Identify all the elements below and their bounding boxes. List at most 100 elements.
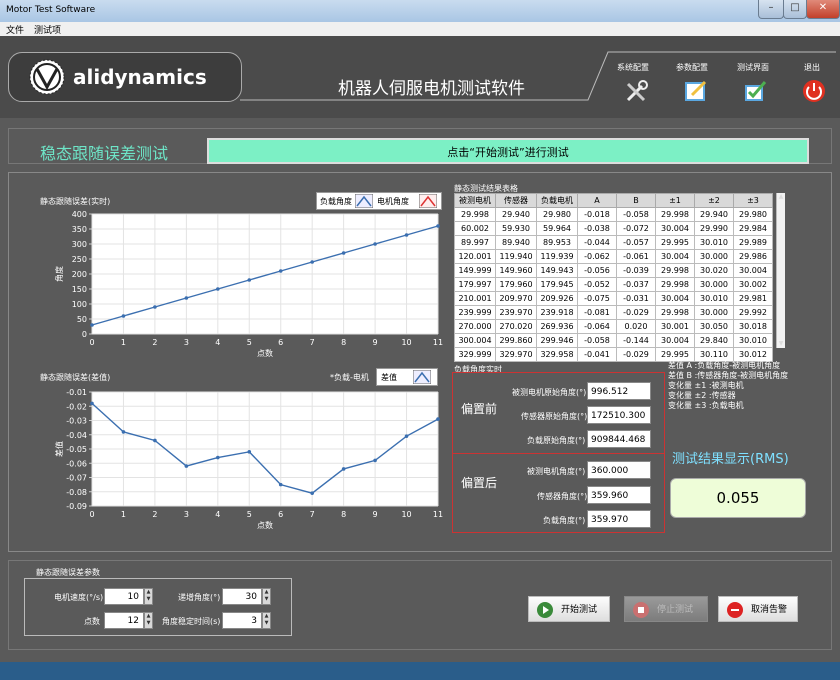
chart2-xtick-label: 2	[152, 510, 157, 519]
table-cell: 29.990	[694, 221, 734, 236]
table-cell: 30.010	[694, 235, 734, 250]
chart1-data-point	[247, 278, 252, 282]
chart2-xtick-label: 3	[184, 510, 189, 519]
minimize-button[interactable]: –	[758, 0, 784, 19]
table-cell: 30.110	[694, 347, 734, 362]
step-input[interactable]: 30	[222, 588, 262, 605]
chart1-caption: 静态跟随误差(实时)	[40, 197, 111, 206]
chart1-ytick-label: 350	[72, 225, 87, 234]
table-row: 60.002 59.930 59.964 -0.038 -0.072 30.004 29.9…	[454, 221, 773, 236]
scroll-down-icon[interactable]: ▼	[777, 340, 785, 348]
brand-name: alidynamics	[73, 65, 207, 89]
step-stepper[interactable]: ▲ ▼	[262, 588, 271, 605]
chart1-ytick-label: 300	[72, 240, 87, 249]
chart2-ytick-label: -0.02	[66, 402, 87, 411]
points-input[interactable]: 12	[104, 612, 144, 629]
chart2-ytick-label: -0.06	[66, 459, 87, 468]
table-cell: 119.939	[536, 249, 578, 264]
results-scrollbar[interactable]: ▲ ▼	[776, 193, 785, 348]
cancel-alarm-label: 取消告警	[751, 605, 788, 615]
table-cell: 60.002	[454, 221, 496, 236]
points-stepper[interactable]: ▲ ▼	[144, 612, 153, 629]
chart1-data-point	[216, 287, 220, 291]
close-button[interactable]: ✕	[806, 0, 840, 19]
window-title: Motor Test Software	[6, 5, 96, 15]
chart2-xtick-label: 5	[247, 510, 252, 519]
table-cell: 59.930	[495, 221, 537, 236]
menu-bar: 文件 测试项	[0, 22, 840, 36]
stop-test-button[interactable]: 停止测试	[624, 596, 708, 622]
chart1-ytick-label: 200	[72, 270, 87, 279]
scroll-up-icon[interactable]: ▲	[777, 193, 785, 201]
table-row: 89.997 89.940 89.953 -0.044 -0.057 29.995 30.0…	[454, 235, 773, 250]
menu-test-items[interactable]: 测试项	[34, 23, 61, 36]
chart1-data-point	[341, 251, 346, 255]
table-cell: 29.940	[694, 207, 734, 222]
tools-icon[interactable]	[624, 78, 650, 104]
sensor-angle-label: 传感器角度(°)	[537, 492, 588, 501]
table-cell: 29.981	[733, 291, 773, 306]
check-edit-icon[interactable]	[743, 78, 769, 104]
legend-load-angle: 负载角度	[320, 197, 352, 206]
table-cell: 29.980	[536, 207, 578, 222]
nav-param-config-label: 参数配置	[676, 63, 708, 72]
chart1-data-point	[278, 269, 283, 273]
chart2-data-point	[310, 491, 314, 495]
rms-title: 测试结果显示(RMS)	[672, 452, 789, 467]
table-cell: 29.992	[733, 305, 773, 320]
chart2-data-point	[153, 438, 157, 443]
settle-stepper[interactable]: ▲ ▼	[262, 612, 271, 629]
chart2-data-point	[121, 430, 126, 434]
settle-input[interactable]: 3	[222, 612, 262, 629]
results-col-header: A	[577, 193, 617, 208]
table-row: 179.997 179.960 179.945 -0.052 -0.037 29.998 3…	[454, 277, 773, 292]
table-cell: -0.041	[577, 347, 617, 362]
start-test-button[interactable]: 开始测试	[528, 596, 610, 622]
chart2-legend: 差值	[376, 368, 438, 386]
maximize-button[interactable]: □	[783, 0, 807, 19]
legend-diff-swatch-icon	[413, 370, 431, 384]
chart2-data-point	[278, 482, 283, 487]
menu-file[interactable]: 文件	[6, 23, 24, 36]
table-cell: 30.020	[694, 263, 734, 278]
chart1-data-point	[153, 305, 157, 309]
chart1-ylabel: 角度	[54, 266, 64, 282]
header-bar: alidynamics 机器人伺服电机测试软件	[0, 36, 840, 118]
speed-stepper[interactable]: ▲ ▼	[144, 588, 153, 605]
power-icon[interactable]	[801, 78, 827, 104]
note-diff-b: 差值 B :传感器角度-被测电机角度	[668, 371, 789, 380]
table-cell: 329.999	[454, 347, 496, 362]
table-cell: 30.004	[655, 221, 695, 236]
chart2-xtick-label: 11	[433, 510, 443, 519]
table-cell: -0.052	[577, 277, 617, 292]
step-label: 递增角度(°)	[178, 593, 221, 602]
chart1-xtick-label: 1	[121, 338, 126, 347]
results-col-header: B	[616, 193, 656, 208]
settle-label: 角度稳定时间(s)	[162, 617, 221, 626]
chart2-diff-angle: -0.09 -0.08 -0.07 -0.06 -0.05 -0.04 -0.03 -0.02…	[54, 388, 443, 530]
chart1-xtick-label: 9	[373, 338, 378, 347]
table-cell: 29.998	[655, 263, 695, 278]
chart1-xlabel: 点数	[257, 348, 273, 358]
legend-notes: 差值 A :负载角度-被测电机角度 差值 B :传感器角度-被测电机角度 变化量…	[668, 361, 788, 411]
chart2-xtick-label: 9	[373, 510, 378, 519]
cancel-icon	[727, 602, 743, 618]
edit-icon[interactable]	[683, 78, 709, 104]
raw-sensor-angle-field: 172510.300	[587, 406, 651, 424]
before-offset-label: 偏置前	[461, 402, 498, 416]
chart2-xtick-label: 7	[310, 510, 315, 519]
chart1-xtick-label: 5	[247, 338, 252, 347]
chart1-xtick-label: 3	[184, 338, 189, 347]
load-angle-label: 负载角度(°)	[543, 516, 586, 525]
status-banner: 点击“开始测试”进行测试	[207, 138, 809, 164]
speed-input[interactable]: 10	[104, 588, 144, 605]
table-cell: 30.004	[655, 249, 695, 264]
chart2-ytick-label: -0.01	[66, 388, 87, 397]
table-cell: 300.004	[454, 333, 496, 348]
chart2-xtick-label: 10	[401, 510, 411, 519]
cancel-alarm-button[interactable]: 取消告警	[718, 596, 798, 622]
table-cell: -0.057	[616, 235, 656, 250]
table-cell: 30.004	[655, 291, 695, 306]
table-cell: 299.860	[495, 333, 537, 348]
table-cell: -0.044	[577, 235, 617, 250]
